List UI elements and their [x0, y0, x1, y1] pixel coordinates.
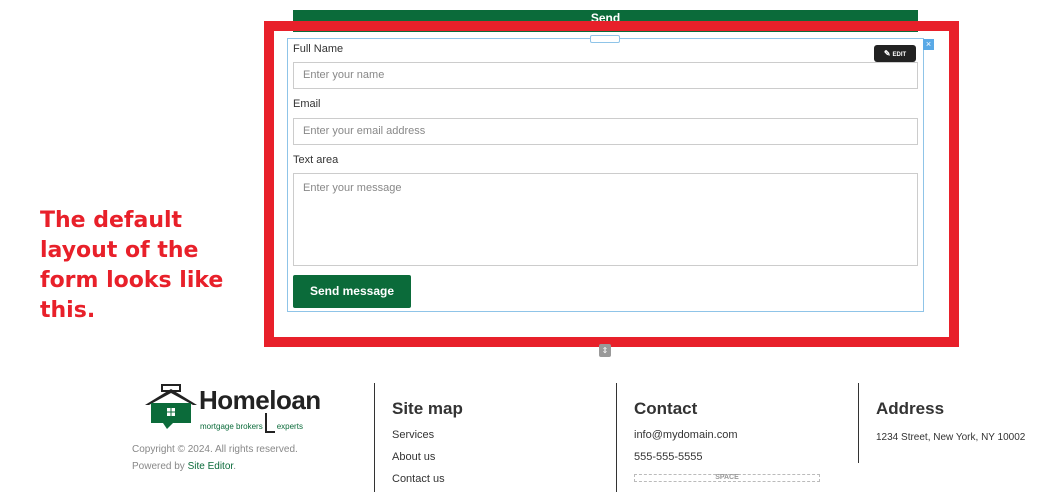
drag-handle[interactable]	[590, 35, 620, 43]
footer-divider-2	[616, 383, 617, 492]
logo-tagline: mortgage brokers experts	[200, 411, 303, 433]
footer-divider-1	[374, 383, 375, 492]
powered-by: Powered by Site Editor.	[132, 458, 298, 475]
sitemap-title: Site map	[392, 399, 463, 418]
send-message-button[interactable]: Send message	[293, 275, 411, 308]
footer-divider-3	[858, 383, 859, 463]
full-name-input[interactable]: Enter your name	[293, 62, 918, 89]
annotation-note: The default layout of the form looks lik…	[40, 208, 224, 323]
copyright-block: Copyright © 2024. All rights reserved. P…	[132, 441, 298, 475]
message-textarea[interactable]: Enter your message	[293, 173, 918, 266]
homeloan-logo[interactable]: Homeloan mortgage brokers experts	[143, 383, 343, 433]
copyright-text: Copyright © 2024. All rights reserved.	[132, 444, 298, 455]
close-icon[interactable]: ×	[923, 39, 934, 50]
sitemap-link-contact[interactable]: Contact us	[392, 473, 445, 485]
full-name-label: Full Name	[293, 43, 344, 55]
contact-email[interactable]: info@mydomain.com	[634, 429, 737, 441]
email-label: Email	[293, 98, 321, 110]
email-input[interactable]: Enter your email address	[293, 118, 918, 145]
logo-tagline-right: experts	[276, 422, 303, 431]
space-placeholder[interactable]: SPACE	[634, 474, 820, 482]
address-title: Address	[876, 399, 945, 418]
powered-suffix: .	[233, 461, 236, 472]
edit-label: EDIT	[892, 52, 907, 58]
contact-phone[interactable]: 555-555-5555	[634, 451, 703, 463]
sitemap-link-about[interactable]: About us	[392, 451, 435, 463]
edit-button[interactable]: ✎ EDIT	[874, 45, 916, 62]
resize-handle-icon[interactable]: ⇕	[599, 344, 611, 357]
sitemap-link-services[interactable]: Services	[392, 429, 434, 441]
powered-prefix: Powered by	[132, 461, 188, 472]
textarea-label: Text area	[293, 154, 339, 166]
house-icon	[145, 384, 197, 429]
logo-tagline-left: mortgage brokers	[200, 422, 263, 431]
address-line: 1234 Street, New York, NY 10002	[876, 432, 1026, 443]
contact-title: Contact	[634, 399, 698, 418]
pencil-icon: ✎	[883, 49, 891, 58]
logo-l-mark	[264, 413, 275, 433]
site-editor-link[interactable]: Site Editor	[188, 461, 234, 472]
